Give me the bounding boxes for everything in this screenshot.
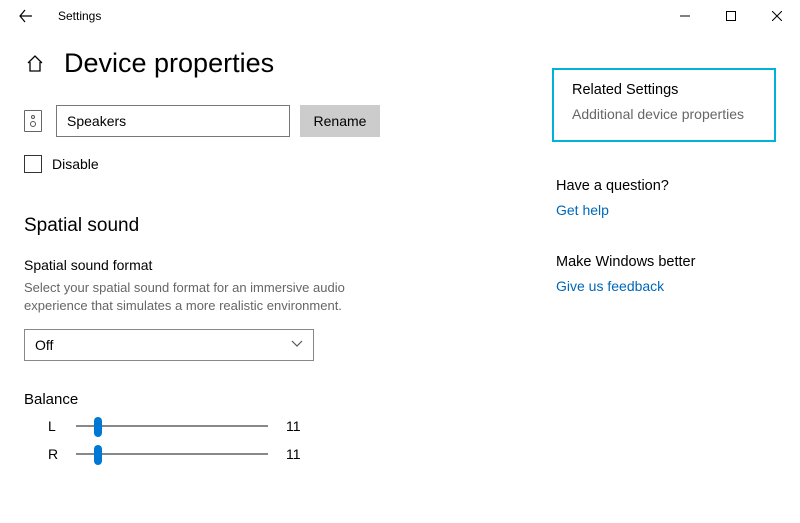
home-icon[interactable]	[24, 53, 46, 75]
balance-left-slider[interactable]	[76, 416, 268, 436]
back-arrow-icon	[19, 9, 33, 23]
minimize-icon	[680, 11, 690, 21]
device-name-input[interactable]	[56, 105, 290, 137]
side-panel: Related Settings Additional device prope…	[534, 48, 776, 464]
titlebar: Settings	[0, 0, 800, 32]
question-title: Have a question?	[556, 178, 776, 194]
spatial-format-select[interactable]: Off	[24, 329, 314, 361]
spatial-format-label: Spatial sound format	[24, 257, 534, 273]
additional-properties-link[interactable]: Additional device properties	[572, 106, 756, 122]
window-controls	[662, 0, 800, 32]
rename-button[interactable]: Rename	[300, 105, 380, 137]
balance-left-label: L	[48, 418, 66, 434]
balance-right-label: R	[48, 446, 66, 462]
feedback-group: Make Windows better Give us feedback	[552, 254, 776, 294]
device-name-row: Rename	[24, 105, 534, 137]
spatial-format-selected: Off	[35, 337, 53, 353]
maximize-button[interactable]	[708, 0, 754, 32]
main-panel: Device properties Rename Disable Spatial…	[24, 48, 534, 464]
slider-track	[76, 453, 268, 455]
balance-right-value: 11	[286, 446, 301, 462]
slider-thumb	[94, 445, 102, 465]
speaker-icon	[24, 110, 42, 132]
back-button[interactable]	[12, 2, 40, 30]
balance-heading: Balance	[24, 391, 534, 408]
balance-left-value: 11	[286, 418, 301, 434]
spatial-format-description: Select your spatial sound format for an …	[24, 279, 404, 315]
minimize-button[interactable]	[662, 0, 708, 32]
feedback-title: Make Windows better	[556, 254, 776, 270]
maximize-icon	[726, 11, 736, 21]
related-settings-box: Related Settings Additional device prope…	[552, 68, 776, 142]
disable-label: Disable	[52, 156, 99, 172]
spatial-sound-heading: Spatial sound	[24, 215, 534, 237]
slider-track	[76, 425, 268, 427]
balance-left-row: L 11	[48, 416, 534, 436]
help-group: Have a question? Get help	[552, 178, 776, 218]
feedback-link[interactable]: Give us feedback	[556, 278, 776, 294]
close-button[interactable]	[754, 0, 800, 32]
page-header: Device properties	[24, 48, 534, 79]
page-title: Device properties	[64, 48, 274, 79]
close-icon	[772, 11, 782, 21]
disable-checkbox[interactable]	[24, 155, 42, 173]
get-help-link[interactable]: Get help	[556, 202, 776, 218]
content-area: Device properties Rename Disable Spatial…	[0, 32, 800, 488]
chevron-down-icon	[291, 339, 303, 351]
balance-right-slider[interactable]	[76, 444, 268, 464]
window-title: Settings	[58, 9, 101, 23]
related-settings-title: Related Settings	[572, 82, 756, 98]
balance-right-row: R 11	[48, 444, 534, 464]
slider-thumb	[94, 417, 102, 437]
disable-row: Disable	[24, 155, 534, 173]
